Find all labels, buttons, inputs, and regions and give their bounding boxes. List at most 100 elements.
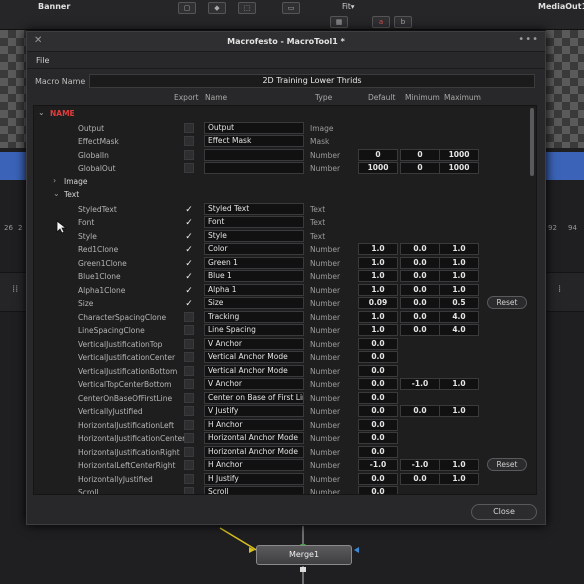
input-row[interactable]: Output Output Image	[34, 121, 534, 136]
display-name-input[interactable]: Blue 1	[204, 270, 304, 282]
display-name-input[interactable]: Scroll	[204, 486, 304, 494]
minimum-value-input[interactable]: 0.0	[400, 472, 440, 485]
maximum-value-input[interactable]: 1.0	[439, 256, 479, 269]
root-group-row[interactable]: ⌄ NAME	[34, 108, 534, 122]
export-checkbox[interactable]	[184, 446, 194, 457]
export-checkbox[interactable]	[184, 136, 194, 146]
input-row[interactable]: EffectMask Effect Mask Mask	[34, 135, 534, 149]
export-checkbox[interactable]	[184, 352, 194, 362]
more-options-icon[interactable]: •••	[518, 34, 539, 45]
input-row[interactable]: Style ✓ Style Text	[34, 229, 534, 244]
alpha-channel-icon[interactable]: a	[372, 16, 390, 28]
default-value-input[interactable]: 0.0	[358, 472, 398, 485]
display-name-input[interactable]: V Anchor	[204, 337, 304, 350]
export-checkbox[interactable]	[184, 460, 194, 470]
input-row[interactable]: VerticallyJustified V Justify Number 0.0 0.0…	[34, 405, 534, 419]
input-row[interactable]: VerticalJustificationBottom Vertical Anch…	[34, 364, 534, 379]
input-row[interactable]: GlobalOut Number 1000 0 1000	[34, 162, 534, 176]
input-row[interactable]: GlobalIn Number 0 0 1000	[34, 148, 534, 163]
maximum-value-input[interactable]: 1.0	[439, 270, 479, 282]
display-name-input[interactable]: Line Spacing	[204, 324, 304, 336]
minimum-value-input[interactable]: 0	[400, 162, 440, 174]
default-value-input[interactable]: 0.0	[358, 486, 398, 494]
maximum-value-input[interactable]: 4.0	[439, 310, 479, 323]
export-checkbox[interactable]	[184, 433, 194, 443]
default-value-input[interactable]: 0.0	[358, 378, 398, 390]
default-value-input[interactable]: 0.0	[358, 337, 398, 350]
minimum-value-input[interactable]: 0.0	[400, 297, 440, 309]
display-name-input[interactable]: Font	[204, 216, 304, 228]
minimum-value-input[interactable]: 0.0	[400, 256, 440, 269]
display-name-input[interactable]: Style	[204, 229, 304, 242]
display-name-input[interactable]: Green 1	[204, 256, 304, 269]
chevron-down-icon[interactable]: ⌄	[38, 108, 45, 117]
default-value-input[interactable]: 0.09	[358, 297, 398, 309]
scrollbar[interactable]	[530, 108, 534, 176]
lut-icon[interactable]: ▭	[282, 2, 300, 14]
merge-node[interactable]: Merge1	[256, 545, 352, 565]
maximum-value-input[interactable]: 1000	[439, 148, 479, 161]
input-row[interactable]: Alpha1Clone ✓ Alpha 1 Number 1.0 0.0 1.0	[34, 283, 534, 298]
default-value-input[interactable]: 1.0	[358, 256, 398, 269]
input-row[interactable]: HorizontalJustificationCenter Horizontal …	[34, 432, 534, 446]
display-name-input[interactable]: Styled Text	[204, 202, 304, 215]
input-row[interactable]: LineSpacingClone Line Spacing Number 1.0 0.0…	[34, 324, 534, 338]
export-checkbox[interactable]	[184, 419, 194, 430]
input-row[interactable]: VerticalJustificationCenter Vertical Anch…	[34, 351, 534, 365]
export-checkbox[interactable]	[184, 473, 194, 484]
maximum-value-input[interactable]: 1.0	[439, 405, 479, 417]
minimum-value-input[interactable]: 0.0	[400, 405, 440, 417]
display-name-input[interactable]: Output	[204, 121, 304, 134]
maximum-value-input[interactable]: 0.5	[439, 297, 479, 309]
minimum-value-input[interactable]: 0	[400, 148, 440, 161]
default-value-input[interactable]: 0.0	[358, 351, 398, 363]
display-name-input[interactable]	[204, 148, 304, 161]
maximum-value-input[interactable]: 1000	[439, 162, 479, 174]
viewer-fit-dropdown[interactable]: Fit▾	[342, 2, 355, 11]
export-checkbox[interactable]	[184, 487, 194, 494]
input-row[interactable]: VerticalTopCenterBottom V Anchor Number 0.0…	[34, 378, 534, 392]
export-checkbox[interactable]	[184, 149, 194, 160]
input-row[interactable]: StyledText ✓ Styled Text Text	[34, 202, 534, 217]
display-name-input[interactable]: Effect Mask	[204, 135, 304, 147]
maximum-value-input[interactable]: 1.0	[439, 378, 479, 390]
input-row[interactable]: Red1Clone ✓ Color Number 1.0 0.0 1.0	[34, 243, 534, 257]
export-checkbox-checked[interactable]: ✓	[184, 271, 194, 282]
default-value-input[interactable]: 0.0	[358, 418, 398, 431]
display-name-input[interactable]: Tracking	[204, 310, 304, 323]
chevron-down-icon[interactable]: ⌄	[53, 189, 60, 198]
default-value-input[interactable]: 0	[358, 148, 398, 161]
input-row[interactable]: Blue1Clone ✓ Blue 1 Number 1.0 0.0 1.0	[34, 270, 534, 284]
default-value-input[interactable]: 1.0	[358, 283, 398, 296]
default-value-input[interactable]: 0.0	[358, 432, 398, 444]
color-channel-icon[interactable]: ◆	[208, 2, 226, 14]
maximum-value-input[interactable]: 1.0	[439, 459, 479, 471]
inputs-list[interactable]: ⌄ NAME Output Output Image EffectMask Effect…	[33, 105, 537, 495]
display-name-input[interactable]: Size	[204, 297, 304, 309]
export-checkbox[interactable]	[184, 392, 194, 403]
display-name-input[interactable]: H Anchor	[204, 418, 304, 431]
display-name-input[interactable]	[204, 162, 304, 174]
export-checkbox-checked[interactable]: ✓	[184, 231, 194, 242]
view-mode-icon[interactable]: b	[394, 16, 412, 28]
export-checkbox-checked[interactable]: ✓	[184, 258, 194, 269]
export-checkbox-checked[interactable]: ✓	[184, 298, 194, 309]
export-checkbox-checked[interactable]: ✓	[184, 244, 194, 255]
maximum-value-input[interactable]: 1.0	[439, 283, 479, 296]
minimum-value-input[interactable]: 0.0	[400, 270, 440, 282]
macro-name-input[interactable]: 2D Training Lower Thrids	[89, 74, 535, 88]
node-tool-icon-right[interactable]: ⁞	[558, 284, 561, 295]
minimum-value-input[interactable]: -1.0	[400, 459, 440, 471]
input-row[interactable]: HorizontalJustificationLeft H Anchor Numbe…	[34, 418, 534, 433]
display-name-input[interactable]: V Justify	[204, 405, 304, 417]
input-row[interactable]: Scroll Scroll Number 0.0	[34, 486, 534, 494]
input-row[interactable]: HorizontalJustificationRight Horizontal A…	[34, 445, 534, 460]
group-row[interactable]: ⌄ Text	[34, 189, 534, 203]
display-name-input[interactable]: Horizontal Anchor Mode	[204, 445, 304, 458]
maximum-value-input[interactable]: 1.0	[439, 472, 479, 485]
chevron-right-icon[interactable]: ›	[53, 176, 56, 185]
export-checkbox[interactable]	[184, 163, 194, 173]
node-tool-icon[interactable]: ⁞⁞	[12, 284, 18, 295]
group-row[interactable]: › Image	[34, 176, 534, 190]
export-checkbox-checked[interactable]: ✓	[184, 204, 194, 215]
